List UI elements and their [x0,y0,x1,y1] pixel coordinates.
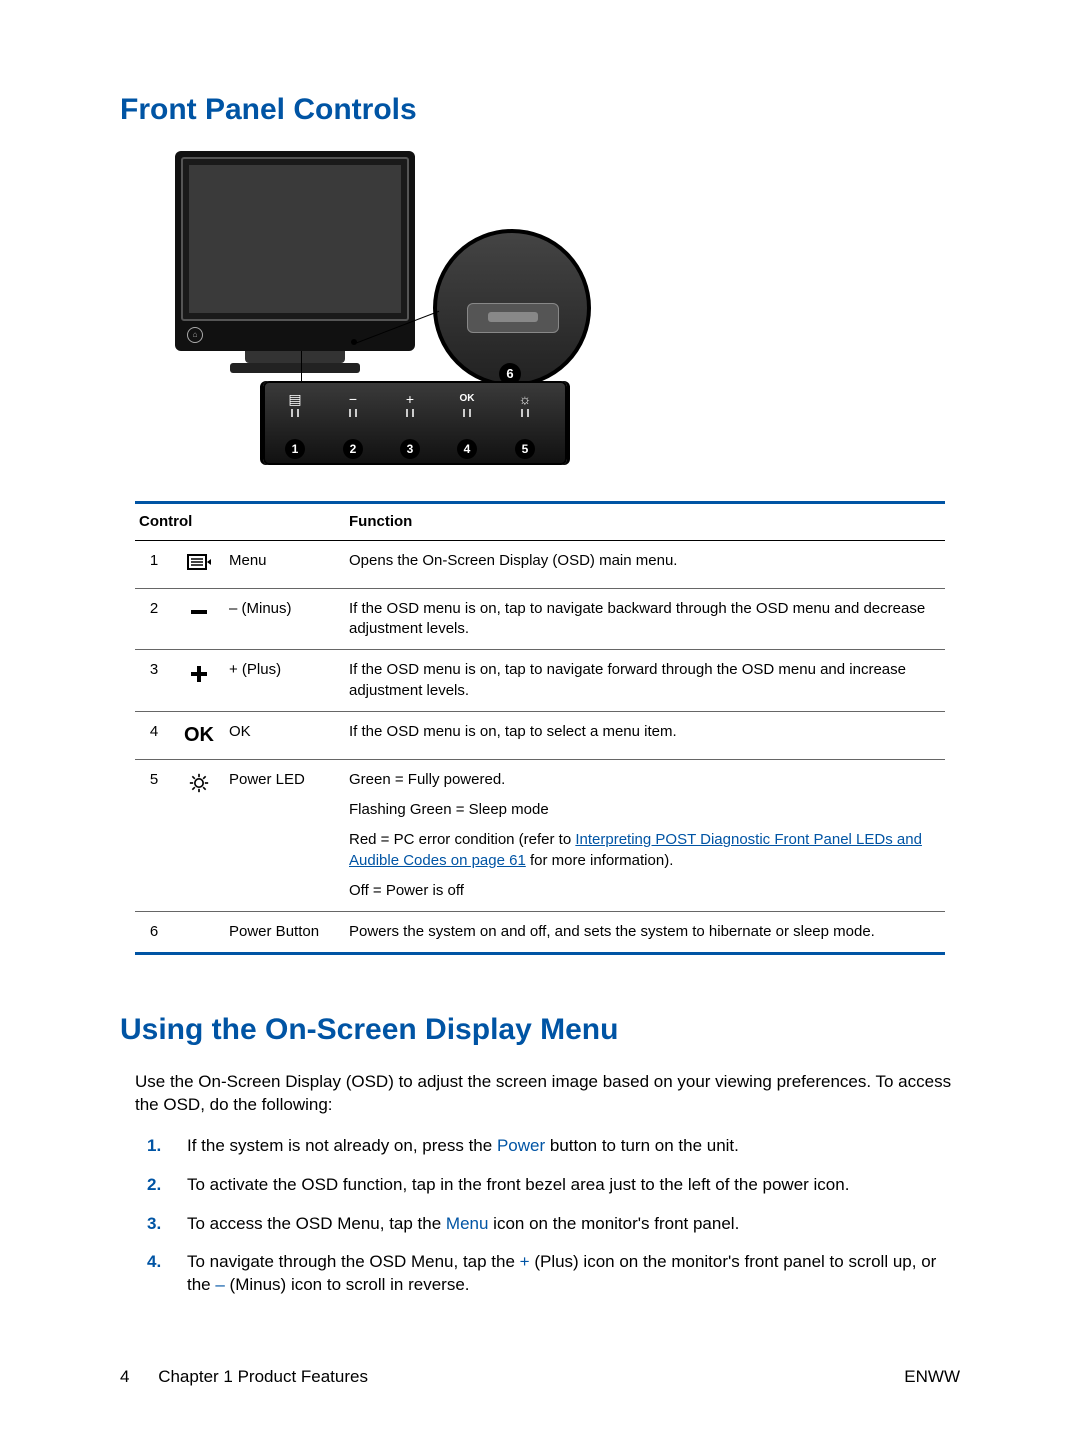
callout-badge-3: 3 [400,439,420,459]
control-name: Menu [225,540,345,588]
front-panel-figure: ⌂ 6 ▤ − + OK ☼ 1 2 3 4 5 [175,151,585,471]
control-function: Opens the On-Screen Display (OSD) main m… [345,540,945,588]
control-function: Powers the system on and off, and sets t… [345,912,945,954]
table-row: 3 + (Plus)If the OSD menu is on, tap to n… [135,650,945,712]
page-footer: 4 Chapter 1 Product Features ENWW [120,1366,960,1389]
osd-step: To activate the OSD function, tap in the… [187,1174,960,1197]
table-row: 4OKOKIf the OSD menu is on, tap to selec… [135,711,945,759]
row-number: 2 [135,588,173,650]
table-row: 2 – (Minus)If the OSD menu is on, tap to … [135,588,945,650]
table-header-row: Control Function [135,502,945,540]
power-led-icon: ☼ [505,391,545,407]
keyword: Menu [446,1214,489,1233]
controls-table: Control Function 1 MenuOpens the On-Scree… [135,501,945,956]
osd-step: If the system is not already on, press t… [187,1135,960,1158]
ok-icon: OK [173,711,225,759]
control-function: Green = Fully powered.Flashing Green = S… [345,759,945,911]
osd-steps: If the system is not already on, press t… [135,1135,960,1298]
heading-front-panel: Front Panel Controls [120,90,960,131]
table-row: 1 MenuOpens the On-Screen Display (OSD) m… [135,540,945,588]
footer-right: ENWW [904,1366,960,1389]
osd-step: To navigate through the OSD Menu, tap th… [187,1251,960,1297]
control-name: – (Minus) [225,588,345,650]
keyword: Power [497,1136,545,1155]
table-row: 5 Power LEDGreen = Fully powered.Flashing… [135,759,945,911]
callout-badge-4: 4 [457,439,477,459]
diagnostic-link[interactable]: Interpreting POST Diagnostic Front Panel… [349,831,922,868]
control-name: + (Plus) [225,650,345,712]
row-number: 6 [135,912,173,954]
blank-icon [173,912,225,954]
page-number: 4 [120,1367,129,1386]
plus-icon: + [390,391,430,407]
document-page: Front Panel Controls ⌂ 6 ▤ − + OK ☼ 1 2 … [120,90,960,1313]
control-name: Power LED [225,759,345,911]
th-function: Function [345,502,945,540]
chapter-label: Chapter 1 Product Features [158,1367,368,1386]
control-function: If the OSD menu is on, tap to select a m… [345,711,945,759]
minus-icon: − [333,391,373,407]
ok-icon: OK [447,391,487,407]
monitor-outline: ⌂ [175,151,415,351]
plus-icon [173,650,225,712]
control-name: Power Button [225,912,345,954]
keyword: + [520,1252,530,1271]
callout-badge-5: 5 [515,439,535,459]
th-control: Control [135,502,345,540]
control-name: OK [225,711,345,759]
minus-icon [173,588,225,650]
table-row: 6 Power ButtonPowers the system on and of… [135,912,945,954]
menu-icon [173,540,225,588]
hp-logo-icon: ⌂ [187,327,203,343]
control-function: If the OSD menu is on, tap to navigate f… [345,650,945,712]
row-number: 4 [135,711,173,759]
row-number: 3 [135,650,173,712]
control-function: If the OSD menu is on, tap to navigate b… [345,588,945,650]
row-number: 1 [135,540,173,588]
control-strip: ▤ − + OK ☼ 1 2 3 4 5 [263,381,567,465]
row-number: 5 [135,759,173,911]
osd-step: To access the OSD Menu, tap the Menu ico… [187,1213,960,1236]
callout-badge-2: 2 [343,439,363,459]
heading-osd: Using the On-Screen Display Menu [120,1010,960,1051]
osd-intro: Use the On-Screen Display (OSD) to adjus… [135,1071,960,1117]
power-led-icon [173,759,225,911]
menu-icon: ▤ [275,391,315,407]
keyword: – [215,1275,224,1294]
callout-badge-1: 1 [285,439,305,459]
